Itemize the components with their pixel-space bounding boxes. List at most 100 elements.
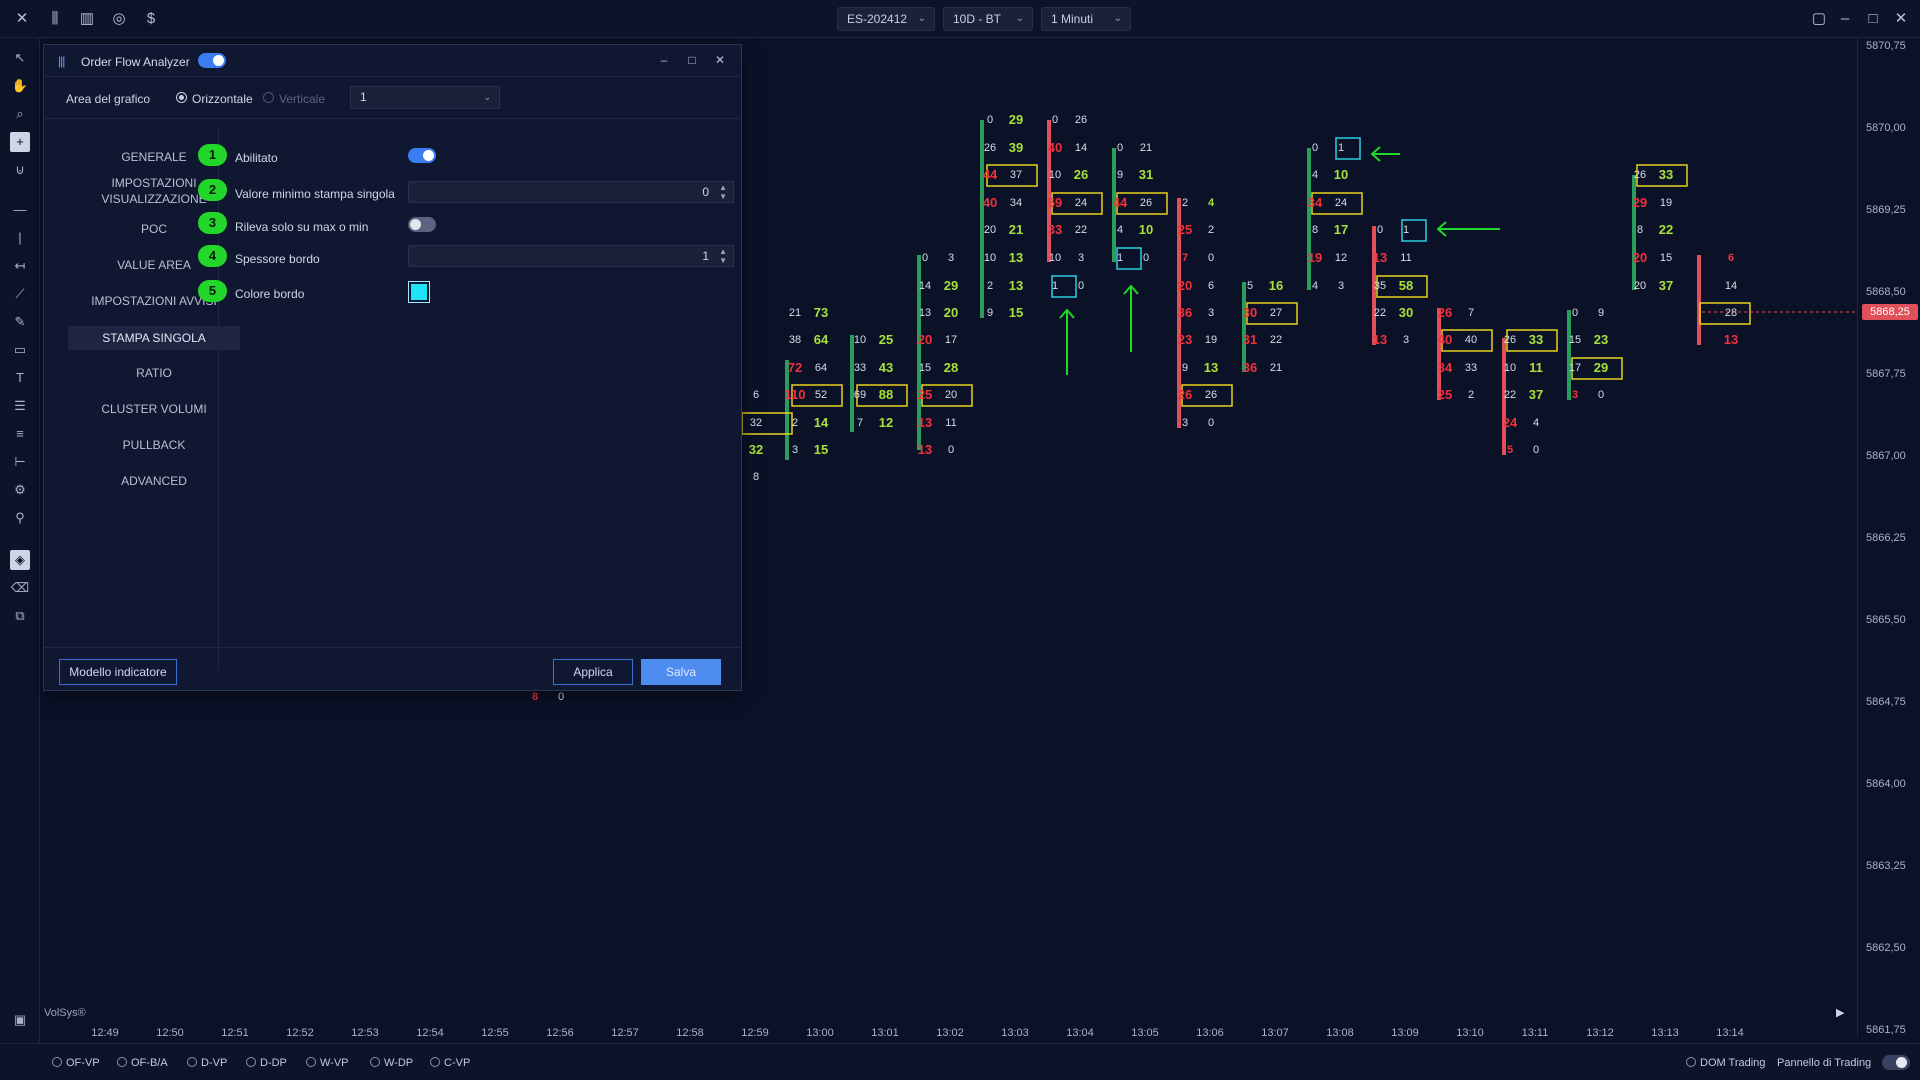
footprint-bid: 29	[1632, 195, 1648, 210]
menu-item-cluster-volumi[interactable]: CLUSTER VOLUMI	[68, 399, 240, 419]
footprint-ask: 12	[1334, 252, 1348, 264]
radio-icon	[117, 1057, 127, 1067]
indicator-enabled-toggle[interactable]	[198, 53, 226, 68]
close-icon[interactable]: ✕	[712, 52, 728, 68]
footprint-ask: 88	[878, 387, 894, 402]
footprint-bid: 20	[1633, 280, 1647, 292]
profile-tab-wdp[interactable]: W-DP	[370, 1057, 413, 1069]
order-flow-analyzer-dialog: ||| Order Flow Analyzer – □ ✕ Area del g…	[43, 44, 742, 691]
footprint-ask: 28	[1724, 307, 1738, 319]
play-icon[interactable]: ▶	[1836, 1006, 1844, 1019]
footprint-ask: 8	[752, 471, 760, 483]
footprint-bid: 25	[1177, 222, 1193, 237]
radio-icon	[1686, 1057, 1696, 1067]
rileva-toggle[interactable]	[408, 217, 436, 232]
area-label: Area del grafico	[66, 92, 151, 106]
footprint-ask: 33	[1658, 167, 1674, 182]
profile-tab-wvp[interactable]: W-VP	[306, 1057, 349, 1069]
footprint-ask: 40	[1464, 334, 1478, 346]
area-select[interactable]: 1 ⌄	[350, 86, 500, 109]
footprint-ask: 64	[814, 362, 828, 374]
footprint-bid: 19	[1307, 250, 1323, 265]
abilitato-toggle[interactable]	[408, 148, 436, 163]
current-price-badge: 5868,25	[1862, 304, 1918, 320]
footprint-ask: 9	[1597, 307, 1605, 319]
footprint-ask: 0	[1077, 280, 1085, 292]
dom-trading-option[interactable]: DOM Trading	[1686, 1057, 1765, 1069]
radio-vertical[interactable]	[263, 92, 274, 103]
footprint-ask: 73	[813, 305, 829, 320]
radio-horizontal[interactable]	[176, 92, 187, 103]
footprint-bid: 0	[1116, 142, 1124, 154]
footprint-ask: 3	[1402, 334, 1410, 346]
footprint-bid: 20	[1177, 278, 1193, 293]
footprint-ask: 58	[1398, 278, 1414, 293]
footprint-bid: 0	[1376, 224, 1384, 236]
minimize-icon[interactable]: –	[656, 52, 672, 68]
footprint-bid: 26	[1437, 305, 1453, 320]
footprint-ask: 52	[814, 389, 828, 401]
menu-divider	[218, 129, 219, 669]
profile-tab-dvp[interactable]: D-VP	[187, 1057, 227, 1069]
footprint-bid: 0	[1051, 114, 1059, 126]
spessore-bordo-value: 1	[702, 249, 709, 263]
footprint-ask: 10	[1333, 167, 1349, 182]
footprint-ask: 13	[1008, 250, 1024, 265]
footprint-bid: 10	[1048, 252, 1062, 264]
footprint-ask: 13	[1008, 278, 1024, 293]
footprint-ask: 14	[1074, 142, 1088, 154]
price-label: 5868,50	[1866, 286, 1906, 298]
time-axis[interactable]: 12:49 12:50 12:51 12:52 12:53 12:54 12:55 12:56…	[40, 1023, 1857, 1043]
footprint-ask: 15	[813, 442, 829, 457]
menu-item-advanced[interactable]: ADVANCED	[68, 471, 240, 491]
footprint-bid: 25	[1437, 387, 1453, 402]
footprint-bid: 1	[1116, 252, 1124, 264]
valore-minimo-input[interactable]: 0 ▲ ▼	[408, 181, 734, 203]
setting-label-abilitato: Abilitato	[235, 151, 278, 165]
footprint-bid: 13	[1372, 332, 1388, 347]
trading-panel-toggle[interactable]	[1882, 1055, 1910, 1070]
time-label: 13:06	[1196, 1027, 1224, 1039]
colore-bordo-swatch[interactable]	[408, 281, 430, 303]
save-button[interactable]: Salva	[641, 659, 721, 685]
time-label: 13:13	[1651, 1027, 1679, 1039]
footprint-ask: 29	[943, 278, 959, 293]
profile-tab-ofba[interactable]: OF-B/A	[117, 1057, 168, 1069]
valore-minimo-value: 0	[702, 185, 709, 199]
footprint-ask: 0	[1597, 389, 1605, 401]
footprint-bid: 33	[853, 362, 867, 374]
spessore-bordo-input[interactable]: 1 ▲ ▼	[408, 245, 734, 267]
dialog-footer: Modello indicatore Applica Salva	[44, 647, 741, 692]
menu-item-ratio[interactable]: RATIO	[68, 363, 240, 383]
footprint-ask: 14	[1724, 280, 1738, 292]
step-badge-5: 5	[198, 280, 227, 302]
profile-tab-ofvp[interactable]: OF-VP	[52, 1057, 100, 1069]
footprint-ask: 21	[1269, 362, 1283, 374]
maximize-icon[interactable]: □	[684, 52, 700, 68]
profile-tab-ddp[interactable]: D-DP	[246, 1057, 287, 1069]
indicator-template-button[interactable]: Modello indicatore	[59, 659, 177, 685]
footprint-bid: 10	[853, 334, 867, 346]
menu-item-stampa-singola[interactable]: STAMPA SINGOLA	[68, 326, 240, 350]
price-label: 5865,50	[1866, 614, 1906, 626]
time-label: 13:01	[871, 1027, 899, 1039]
footprint-bid: 0	[986, 114, 994, 126]
footprint-ask: 22	[1658, 222, 1674, 237]
radio-icon	[246, 1057, 256, 1067]
dialog-titlebar[interactable]: ||| Order Flow Analyzer – □ ✕	[44, 45, 741, 77]
footprint-ask: 21	[1008, 222, 1024, 237]
stepper-icon[interactable]: ▲ ▼	[719, 247, 727, 265]
price-axis[interactable]: 5870,75 5870,00 5869,25 5868,50 5867,75 5867,…	[1857, 38, 1920, 1038]
profile-tab-label: D-DP	[260, 1057, 287, 1069]
time-label: 13:09	[1391, 1027, 1419, 1039]
footprint-ask: 15	[1659, 252, 1673, 264]
apply-button[interactable]: Applica	[553, 659, 633, 685]
profile-tab-cvp[interactable]: C-VP	[430, 1057, 470, 1069]
setting-label-spessore-bordo: Spessore bordo	[235, 252, 320, 266]
footprint-bid: 72	[787, 360, 803, 375]
stepper-icon[interactable]: ▲ ▼	[719, 183, 727, 201]
menu-item-pullback[interactable]: PULLBACK	[68, 435, 240, 455]
time-label: 13:11	[1521, 1027, 1549, 1039]
footprint-bid: 5	[1246, 280, 1254, 292]
footprint-ask: 21	[1139, 142, 1153, 154]
